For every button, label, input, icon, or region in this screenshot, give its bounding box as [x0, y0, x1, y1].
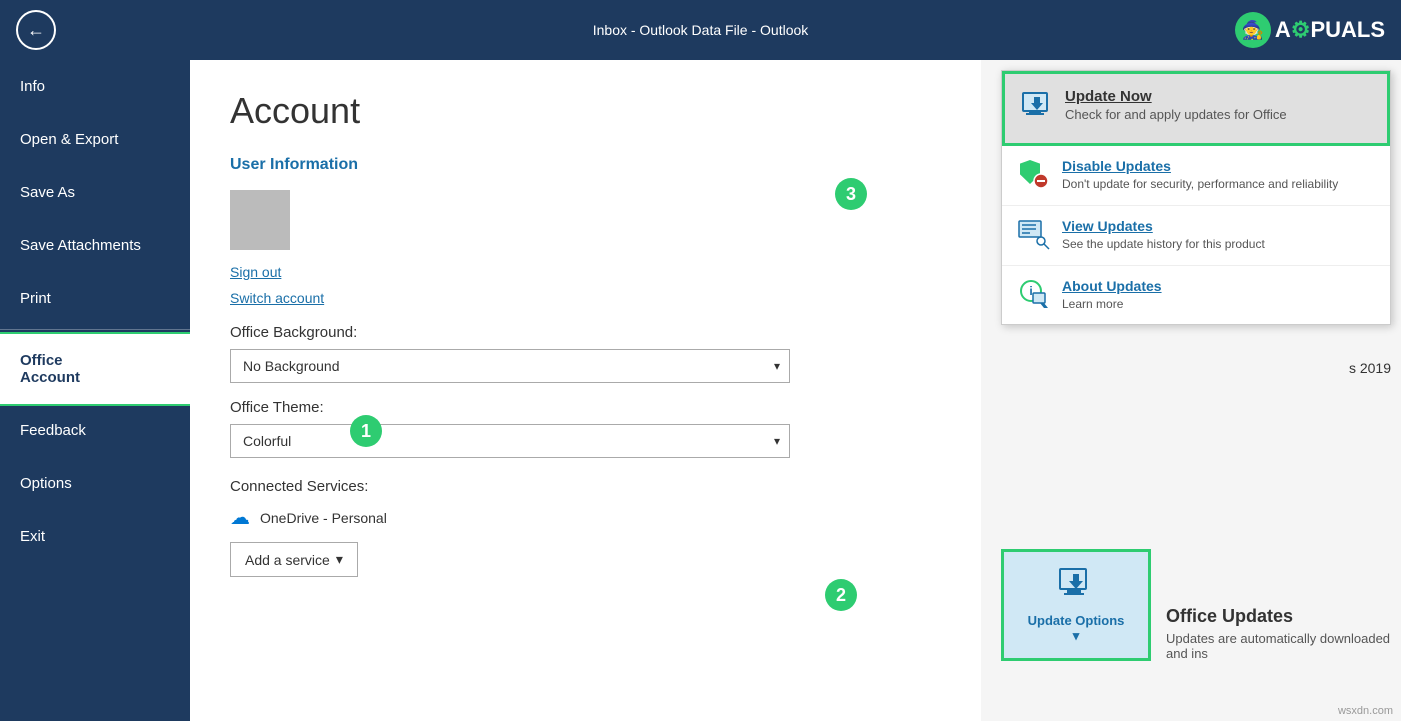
top-bar: ← Inbox - Outlook Data File - Outlook 🧙 … — [0, 0, 1401, 60]
sidebar-item-save-attachments[interactable]: Save Attachments — [0, 219, 190, 272]
about-updates-title: About Updates — [1062, 278, 1162, 294]
about-updates-desc: Learn more — [1062, 296, 1162, 313]
update-now-icon — [1021, 90, 1053, 129]
onedrive-row: ☁ OneDrive - Personal — [230, 505, 941, 530]
office-background-label: Office Background: — [230, 324, 941, 341]
page-title: Account — [230, 90, 941, 132]
view-updates-desc: See the update history for this product — [1062, 236, 1265, 253]
view-updates-item[interactable]: View Updates See the update history for … — [1002, 206, 1390, 266]
main-layout: Info Open & Export Save As Save Attachme… — [0, 60, 1401, 721]
sidebar-item-office-account[interactable]: OfficeAccount — [0, 334, 190, 404]
right-panel: Update Now Check for and apply updates f… — [981, 60, 1401, 721]
sidebar-item-info[interactable]: Info — [0, 60, 190, 113]
disable-updates-item[interactable]: Disable Updates Don't update for securit… — [1002, 146, 1390, 206]
add-service-arrow-icon: ▾ — [336, 551, 343, 568]
update-now-title: Update Now — [1065, 88, 1287, 105]
office-theme-select[interactable]: Colorful Dark Gray Black White — [230, 424, 790, 458]
office-background-dropdown-wrapper: No Background Calligraphy Circuit Clouds… — [230, 349, 790, 383]
office-updates-desc: Updates are automatically downloaded and… — [1166, 631, 1391, 661]
top-bar-title: Inbox - Outlook Data File - Outlook — [593, 22, 809, 38]
office-background-select[interactable]: No Background Calligraphy Circuit Clouds — [230, 349, 790, 383]
office-updates-info: Office Updates Updates are automatically… — [1166, 606, 1391, 661]
badge-3: 3 — [835, 178, 867, 210]
disable-updates-content: Disable Updates Don't update for securit… — [1062, 158, 1338, 193]
switch-account-button[interactable]: Switch account — [230, 288, 324, 308]
about-updates-icon: i — [1018, 278, 1050, 310]
watermark: wsxdn.com — [1338, 705, 1393, 717]
view-updates-content: View Updates See the update history for … — [1062, 218, 1265, 253]
badge-2: 2 — [825, 579, 857, 611]
sidebar-item-open-export[interactable]: Open & Export — [0, 113, 190, 166]
update-options-icon — [1058, 566, 1094, 609]
logo-icon: 🧙 — [1235, 12, 1271, 48]
badge-1: 1 — [350, 415, 382, 447]
user-avatar — [230, 190, 290, 250]
update-options-button[interactable]: Update Options ▾ — [1001, 549, 1151, 661]
sidebar-item-options[interactable]: Options — [0, 457, 190, 510]
office-theme-label: Office Theme: — [230, 399, 941, 416]
back-button[interactable]: ← — [16, 10, 56, 50]
sidebar-item-feedback[interactable]: Feedback — [0, 404, 190, 457]
sign-out-button[interactable]: Sign out — [230, 262, 281, 282]
disable-updates-desc: Don't update for security, performance a… — [1062, 176, 1338, 193]
product-info: s 2019 — [1349, 360, 1391, 376]
about-updates-item[interactable]: i About Updates Learn more — [1002, 266, 1390, 325]
disable-updates-icon — [1018, 158, 1050, 190]
disable-updates-title: Disable Updates — [1062, 158, 1338, 174]
onedrive-label: OneDrive - Personal — [260, 510, 387, 526]
update-dropdown-menu: Update Now Check for and apply updates f… — [1001, 70, 1391, 325]
user-info-title: User Information — [230, 156, 941, 174]
appuals-logo: 🧙 A⚙PUALS — [1235, 12, 1385, 48]
update-options-label: Update Options ▾ — [1024, 613, 1128, 644]
sidebar-divider — [0, 329, 190, 330]
content-area: Account User Information Sign out Switch… — [190, 60, 981, 721]
about-updates-content: About Updates Learn more — [1062, 278, 1162, 313]
update-now-item[interactable]: Update Now Check for and apply updates f… — [1002, 71, 1390, 146]
logo-text: A⚙PUALS — [1275, 17, 1385, 43]
update-now-text: Update Now Check for and apply updates f… — [1065, 88, 1287, 122]
product-year: s 2019 — [1349, 360, 1391, 376]
sidebar: Info Open & Export Save As Save Attachme… — [0, 60, 190, 721]
office-theme-dropdown-wrapper: Colorful Dark Gray Black White ▾ — [230, 424, 790, 458]
view-updates-icon — [1018, 218, 1050, 250]
add-service-label: Add a service — [245, 552, 330, 568]
office-updates-title: Office Updates — [1166, 606, 1391, 627]
sidebar-item-save-as[interactable]: Save As — [0, 166, 190, 219]
sidebar-item-exit[interactable]: Exit — [0, 510, 190, 563]
update-now-desc: Check for and apply updates for Office — [1065, 107, 1287, 122]
add-service-button[interactable]: Add a service ▾ — [230, 542, 358, 577]
view-updates-title: View Updates — [1062, 218, 1265, 234]
sidebar-item-print[interactable]: Print — [0, 272, 190, 325]
onedrive-icon: ☁ — [230, 505, 250, 530]
connected-services-label: Connected Services: — [230, 478, 941, 495]
